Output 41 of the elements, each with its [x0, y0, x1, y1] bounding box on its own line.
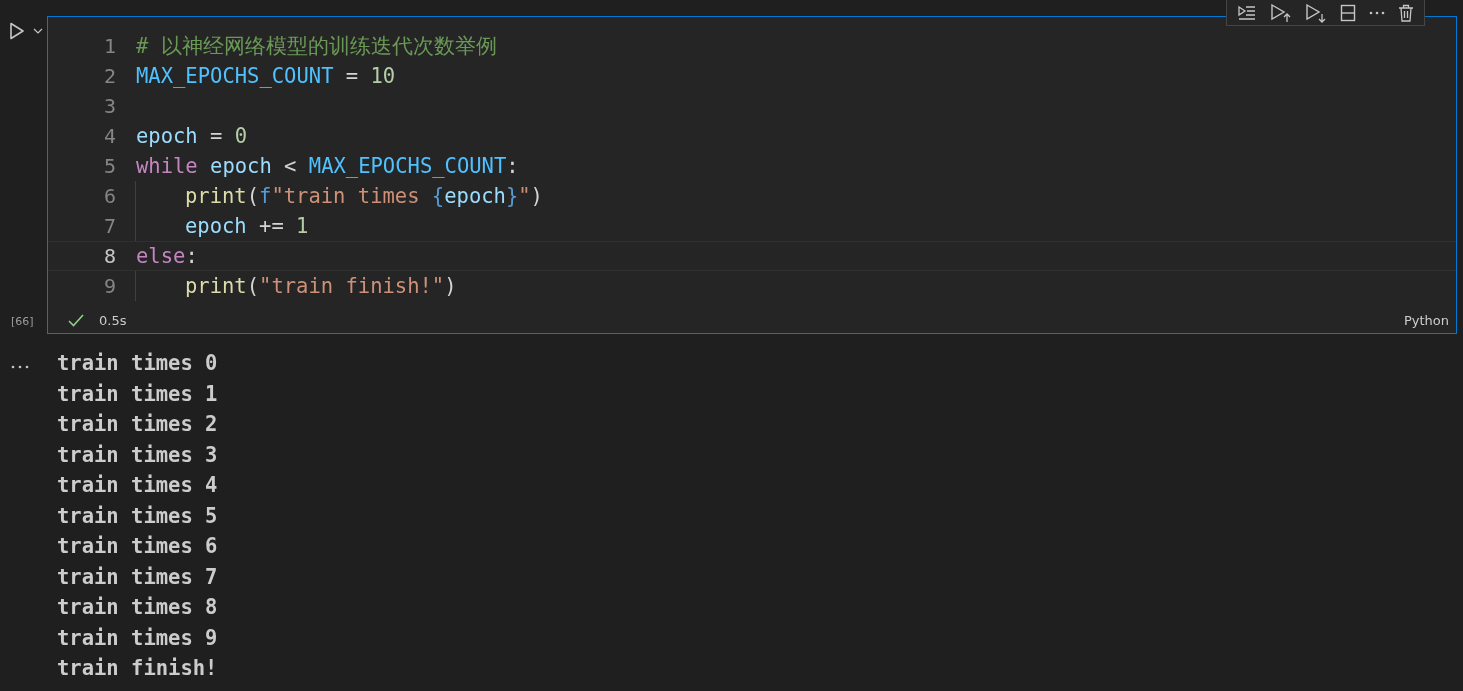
line-number: 7 — [102, 214, 117, 238]
chevron-down-icon[interactable] — [33, 28, 43, 34]
output-line: train finish! — [57, 655, 219, 682]
code-line: MAX_EPOCHS_COUNT = 10 — [135, 63, 396, 90]
code-line: epoch = 0 — [135, 123, 248, 150]
code-line: print(f"train times {epoch}") — [135, 181, 543, 211]
output-line: train times 2 — [57, 411, 219, 438]
line-number: 4 — [102, 124, 117, 148]
line-number: 3 — [102, 94, 117, 118]
line-number: 5 — [102, 154, 117, 178]
code-line: print("train finish!") — [135, 271, 457, 301]
execution-time: 0.5s — [99, 312, 127, 328]
trash-icon[interactable] — [1398, 3, 1414, 22]
line-number: 6 — [102, 184, 117, 208]
code-line: else: — [135, 243, 198, 270]
language-label[interactable]: Python — [1403, 312, 1449, 328]
output-line: train times 4 — [57, 472, 219, 499]
run-icon[interactable] — [9, 22, 25, 40]
run-below-icon[interactable] — [1305, 2, 1327, 23]
output-line: train times 7 — [57, 563, 219, 591]
code-cell[interactable]: 1 # 以神经网络模型的训练迭代次数举例 2 MAX_EPOCHS_COUNT = 10 3 4 epoch = 0 5 while epoch < MAX_EPOCHS_COUNT: 6 print(f"train times {epoch}") 7 epoch += 1 8 else: 9 print("train finish!") 0.5s Python — [47, 16, 1457, 334]
line-number: 1 — [102, 34, 117, 58]
line-number: 2 — [102, 64, 117, 88]
output-line: train times 6 — [57, 533, 219, 560]
output-line: train times 8 — [57, 594, 219, 621]
line-number: 8 — [102, 244, 117, 268]
split-cell-icon[interactable] — [1340, 3, 1356, 22]
code-line: epoch += 1 — [135, 211, 309, 241]
output-line: train times 0 — [57, 350, 219, 377]
output-line: train times 9 — [57, 624, 219, 652]
run-above-icon[interactable] — [1270, 2, 1292, 23]
more-icon[interactable] — [1369, 10, 1385, 15]
output-line: train times 1 — [57, 380, 219, 408]
execution-count: [66] — [11, 315, 34, 328]
output-line: train times 5 — [57, 502, 219, 530]
code-line: while epoch < MAX_EPOCHS_COUNT: — [135, 153, 519, 180]
run-by-line-icon[interactable] — [1237, 3, 1257, 22]
line-number: 9 — [102, 274, 117, 298]
output-line: train times 3 — [57, 441, 219, 469]
more-icon[interactable] — [11, 365, 29, 369]
code-line: # 以神经网络模型的训练迭代次数举例 — [135, 33, 497, 60]
